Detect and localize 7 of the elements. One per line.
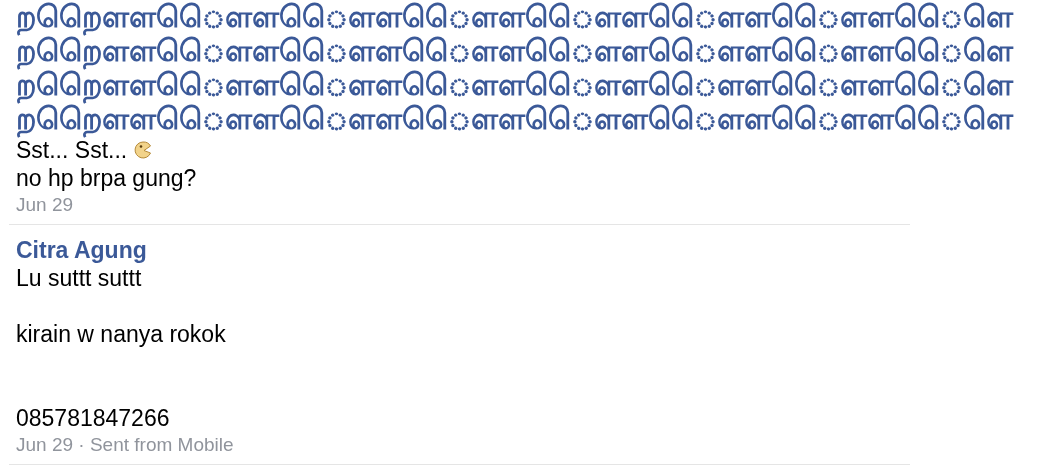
message-text: Lu suttt suttt kirain w nanya rokok 085781847266 bbox=[16, 264, 226, 432]
author-link[interactable]: Citra Agung bbox=[16, 236, 147, 264]
message-meta: Jun 29 · Sent from Mobile bbox=[16, 433, 234, 457]
message-text: றறெெளள◌ெெளள◌ெெளள◌ெெளள◌ெெளள◌ெெளள◌ெெளள◌ெெளெ bbox=[16, 0, 1013, 34]
message-text: Sst... Sst... bbox=[16, 137, 128, 164]
message-meta: Jun 29 bbox=[16, 193, 74, 217]
message-text: no hp brpa gung? bbox=[16, 164, 197, 192]
